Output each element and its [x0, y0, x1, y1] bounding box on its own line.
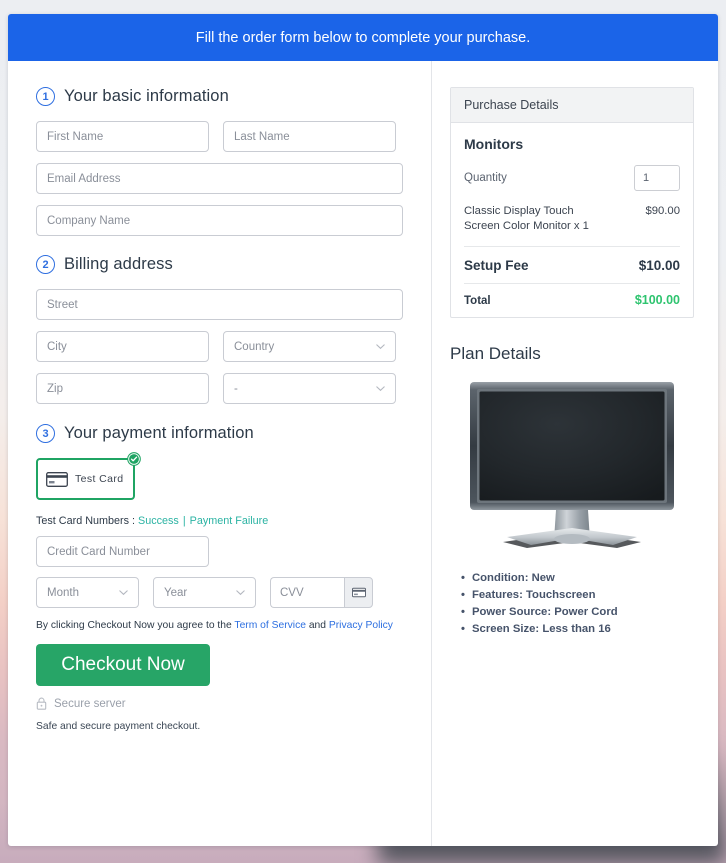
plan-details-title: Plan Details: [450, 344, 694, 364]
last-name-input[interactable]: Last Name: [223, 121, 396, 152]
plan-bullet: Features: Touchscreen: [472, 589, 694, 601]
email-row: Email Address: [36, 163, 403, 194]
step-badge-3: 3: [36, 424, 55, 443]
chevron-down-icon: [118, 587, 129, 598]
checkout-card: Fill the order form below to complete yo…: [8, 14, 718, 846]
expiry-month-value: Month: [47, 587, 79, 599]
safe-checkout-note: Safe and secure payment checkout.: [36, 721, 403, 732]
cvv-help-button[interactable]: [344, 577, 373, 608]
quantity-input[interactable]: 1: [634, 165, 680, 191]
street-row: Street: [36, 289, 403, 320]
check-circle-icon: [127, 452, 141, 466]
step-badge-1: 1: [36, 87, 55, 106]
purchase-details-body: Monitors Quantity 1 Classic Display Touc…: [451, 123, 693, 317]
expiry-cvv-row: Month Year CVV: [36, 577, 403, 608]
section-title-payment-information: Your payment information: [64, 424, 254, 443]
card-body: 1 Your basic information First Name Last…: [8, 61, 718, 846]
credit-card-icon: [352, 587, 366, 598]
payment-method-test-card[interactable]: Test Card: [36, 458, 135, 500]
expiry-year-value: Year: [164, 587, 187, 599]
line-item-description: Classic Display Touch Screen Color Monit…: [464, 204, 604, 235]
step-badge-2: 2: [36, 255, 55, 274]
quantity-label: Quantity: [464, 172, 507, 184]
zip-state-row: Zip -: [36, 373, 403, 404]
expiry-year-select[interactable]: Year: [153, 577, 256, 608]
country-select-value: Country: [234, 341, 274, 353]
terms-agreement-text: By clicking Checkout Now you agree to th…: [36, 620, 403, 631]
terms-middle: and: [306, 620, 329, 631]
lock-icon: [36, 697, 47, 710]
cvv-input[interactable]: CVV: [270, 577, 344, 608]
chevron-down-icon: [235, 587, 246, 598]
line-item-amount: $90.00: [645, 204, 680, 235]
plan-details-bullets: Condition: New Features: Touchscreen Pow…: [450, 572, 694, 635]
state-select-value: -: [234, 383, 238, 395]
setup-fee-row: Setup Fee $10.00: [464, 258, 680, 284]
name-row: First Name Last Name: [36, 121, 403, 152]
purchase-details-header: Purchase Details: [451, 88, 693, 123]
quantity-row: Quantity 1: [464, 165, 680, 191]
setup-fee-amount: $10.00: [639, 258, 680, 273]
section-title-basic-information: Your basic information: [64, 87, 229, 106]
banner-text: Fill the order form below to complete yo…: [196, 30, 530, 46]
line-item-row: Classic Display Touch Screen Color Monit…: [464, 204, 680, 247]
cvv-group: CVV: [270, 577, 373, 608]
chevron-down-icon: [375, 383, 386, 394]
monitor-illustration: [467, 380, 677, 552]
company-row: Company Name: [36, 205, 403, 236]
city-input[interactable]: City: [36, 331, 209, 362]
purchase-summary-column: Purchase Details Monitors Quantity 1 Cla…: [432, 61, 718, 846]
monitor-product-image: [450, 380, 694, 552]
plan-bullet: Screen Size: Less than 16: [472, 623, 694, 635]
payment-method-options: Test Card: [36, 458, 135, 500]
section-billing-address-header: 2 Billing address: [36, 255, 403, 274]
credit-card-number-input[interactable]: Credit Card Number: [36, 536, 209, 567]
expiry-month-select[interactable]: Month: [36, 577, 139, 608]
payment-method-label: Test Card: [75, 473, 124, 485]
secure-server-row: Secure server: [36, 697, 403, 710]
purchase-details-panel: Purchase Details Monitors Quantity 1 Cla…: [450, 87, 694, 318]
checkout-now-button[interactable]: Checkout Now: [36, 644, 210, 686]
total-amount: $100.00: [635, 293, 680, 307]
state-select[interactable]: -: [223, 373, 396, 404]
privacy-policy-link[interactable]: Privacy Policy: [329, 620, 393, 631]
total-row: Total $100.00: [464, 293, 680, 307]
test-card-failure-link[interactable]: Payment Failure: [190, 515, 269, 527]
street-input[interactable]: Street: [36, 289, 403, 320]
credit-card-number-row: Credit Card Number: [36, 536, 403, 567]
zip-input[interactable]: Zip: [36, 373, 209, 404]
city-country-row: City Country: [36, 331, 403, 362]
section-payment-information-header: 3 Your payment information: [36, 424, 403, 443]
plan-bullet: Power Source: Power Cord: [472, 606, 694, 618]
terms-prefix: By clicking Checkout Now you agree to th…: [36, 620, 234, 631]
total-label: Total: [464, 295, 491, 307]
test-card-numbers-label: Test Card Numbers :: [36, 515, 135, 527]
test-card-numbers-row: Test Card Numbers : Success | Payment Fa…: [36, 515, 403, 527]
company-name-input[interactable]: Company Name: [36, 205, 403, 236]
order-form-column: 1 Your basic information First Name Last…: [8, 61, 432, 846]
product-name: Monitors: [464, 136, 680, 152]
test-card-success-link[interactable]: Success: [138, 515, 179, 527]
link-separator: |: [182, 515, 187, 527]
credit-card-icon: [46, 472, 68, 487]
instruction-banner: Fill the order form below to complete yo…: [8, 14, 718, 61]
setup-fee-label: Setup Fee: [464, 258, 529, 273]
section-title-billing-address: Billing address: [64, 255, 173, 274]
first-name-input[interactable]: First Name: [36, 121, 209, 152]
country-select[interactable]: Country: [223, 331, 396, 362]
plan-bullet: Condition: New: [472, 572, 694, 584]
secure-server-label: Secure server: [54, 698, 126, 710]
email-input[interactable]: Email Address: [36, 163, 403, 194]
section-basic-information-header: 1 Your basic information: [36, 87, 403, 106]
term-of-service-link[interactable]: Term of Service: [234, 620, 306, 631]
chevron-down-icon: [375, 341, 386, 352]
